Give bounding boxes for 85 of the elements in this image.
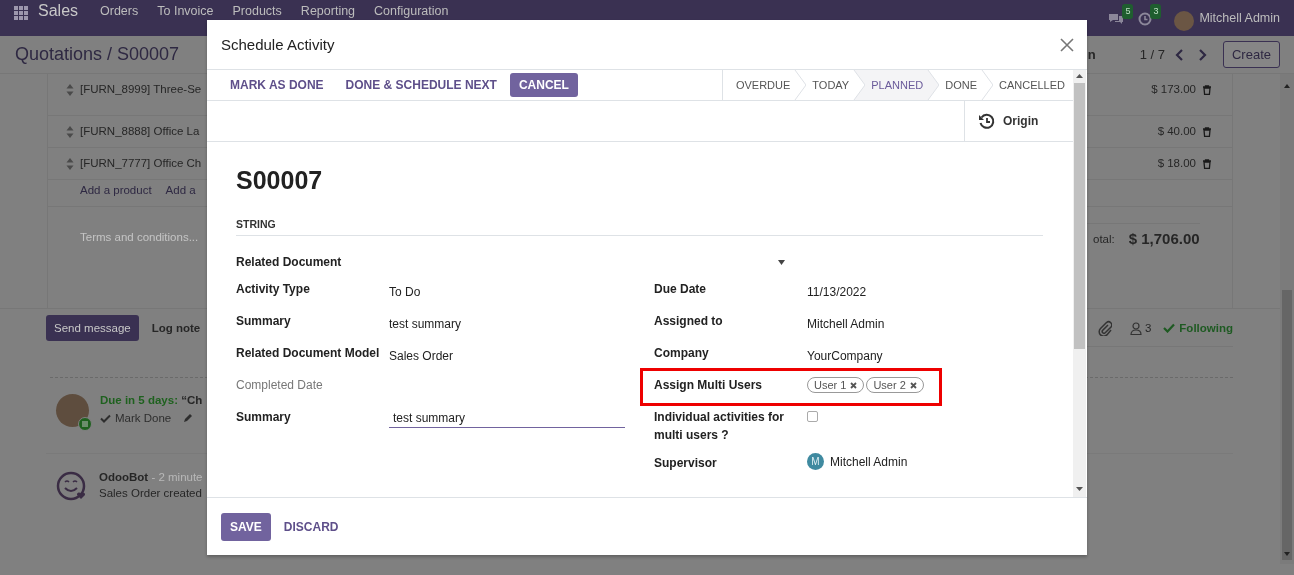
menu-item[interactable]: Products bbox=[232, 5, 282, 18]
section-heading: STRING bbox=[236, 218, 1043, 236]
close-icon[interactable] bbox=[850, 381, 858, 389]
close-icon[interactable] bbox=[909, 381, 917, 389]
field-label: Supervisor bbox=[654, 455, 718, 472]
close-icon[interactable] bbox=[1060, 37, 1074, 52]
activity-count-badge: 3 bbox=[1150, 3, 1162, 19]
field-label: Company bbox=[654, 345, 710, 362]
product-name: [FURN_8888] Office La bbox=[80, 125, 200, 137]
product-name: [FURN_8999] Three-Se bbox=[80, 83, 202, 95]
menu-item[interactable]: Configuration bbox=[374, 5, 449, 18]
drag-handle-icon[interactable] bbox=[66, 126, 74, 138]
field-value: Mitchell Admin bbox=[807, 316, 885, 333]
mark-done-link[interactable]: Mark Done bbox=[100, 412, 172, 424]
next-icon[interactable] bbox=[1196, 48, 1207, 61]
message-author: OdooBot bbox=[99, 471, 150, 483]
app-name: Sales bbox=[38, 4, 79, 18]
field-label: Completed Date bbox=[236, 377, 324, 394]
line-amount: $ 18.00 bbox=[1157, 157, 1196, 169]
check-icon bbox=[1163, 323, 1176, 333]
field-label: Summary bbox=[236, 313, 292, 330]
field-label: Related Document Model bbox=[236, 345, 381, 362]
send-message-button[interactable]: Send message bbox=[46, 315, 139, 341]
line-amount: $ 40.00 bbox=[1157, 125, 1196, 137]
apps-menu-icon[interactable] bbox=[14, 6, 28, 20]
field-label: Assign Multi Users bbox=[654, 377, 764, 394]
field-label: Assigned to bbox=[654, 313, 724, 330]
save-button[interactable]: SAVE bbox=[221, 512, 271, 541]
action-button[interactable]: CANCEL bbox=[509, 73, 578, 97]
breadcrumb: Quotations / S00007 bbox=[15, 44, 180, 65]
paperclip-icon[interactable] bbox=[1097, 320, 1112, 336]
trash-icon[interactable] bbox=[1202, 85, 1212, 95]
action-button[interactable]: MARK AS DONE bbox=[221, 73, 333, 97]
field-value: YourCompany bbox=[807, 348, 883, 365]
drag-handle-icon[interactable] bbox=[66, 84, 74, 96]
caret-down-icon[interactable] bbox=[778, 259, 785, 265]
total-label: otal: bbox=[1093, 232, 1115, 245]
product-name: [FURN_7777] Office Ch bbox=[80, 157, 202, 169]
field-value: 11/13/2022 bbox=[807, 284, 867, 301]
menu-item[interactable]: Reporting bbox=[300, 5, 356, 18]
line-amount: $ 173.00 bbox=[1151, 83, 1196, 95]
total-value: $ 1,706.00 bbox=[1128, 230, 1200, 247]
history-icon bbox=[978, 112, 995, 130]
field-label: Due Date bbox=[654, 281, 707, 298]
follower-count[interactable]: 3 bbox=[1144, 322, 1152, 334]
drag-handle-icon[interactable] bbox=[66, 158, 74, 170]
user-name[interactable]: Mitchell Admin bbox=[1199, 12, 1280, 25]
activity-due: Due in 5 days: bbox=[100, 394, 179, 406]
create-button[interactable]: Create bbox=[1222, 41, 1280, 68]
action-menu[interactable]: n bbox=[1087, 47, 1096, 62]
field-label: Individual activities for multi users ? bbox=[654, 409, 786, 444]
dialog-title: Schedule Activity bbox=[221, 36, 336, 53]
message-count-badge: 5 bbox=[1122, 3, 1134, 19]
log-note-button[interactable]: Log note bbox=[151, 322, 201, 334]
person-icon[interactable] bbox=[1129, 321, 1142, 335]
field-value: Sales Order bbox=[389, 348, 454, 365]
message-body: Sales Order created bbox=[99, 487, 203, 499]
previous-icon[interactable] bbox=[1174, 48, 1185, 61]
add-line-link[interactable]: Add a bbox=[165, 184, 196, 206]
activity-list-icon bbox=[78, 417, 92, 431]
field-label: Summary bbox=[236, 409, 292, 426]
field-value: To Do bbox=[389, 284, 421, 301]
activity-summary: “Ch bbox=[181, 394, 203, 406]
field-value: Mitchell Admin bbox=[830, 454, 908, 469]
clock-icon[interactable] bbox=[1138, 11, 1153, 26]
action-button[interactable]: DONE & SCHEDULE NEXT bbox=[336, 73, 506, 97]
pencil-icon[interactable] bbox=[183, 413, 194, 423]
discard-button[interactable]: DISCARD bbox=[274, 512, 348, 541]
chat-icon[interactable] bbox=[1108, 11, 1125, 26]
menu-item[interactable]: To Invoice bbox=[157, 5, 214, 18]
add-line-link[interactable]: Add a product bbox=[80, 184, 152, 206]
avatar-photo bbox=[56, 394, 89, 427]
avatar-initial: M bbox=[807, 453, 824, 470]
pager-value: 1 / 7 bbox=[1139, 47, 1165, 62]
field-value: test summary bbox=[389, 316, 461, 333]
checkbox[interactable] bbox=[807, 411, 818, 422]
field-label: Activity Type bbox=[236, 281, 311, 298]
trash-icon[interactable] bbox=[1202, 159, 1212, 169]
bot-avatar-icon bbox=[56, 471, 87, 502]
field-label: Related Document bbox=[236, 254, 343, 271]
trash-icon[interactable] bbox=[1202, 127, 1212, 137]
user-avatar bbox=[1174, 10, 1195, 31]
record-name: S00007 bbox=[236, 166, 324, 196]
menu-item[interactable]: Orders bbox=[100, 5, 139, 18]
check-icon bbox=[100, 413, 111, 423]
